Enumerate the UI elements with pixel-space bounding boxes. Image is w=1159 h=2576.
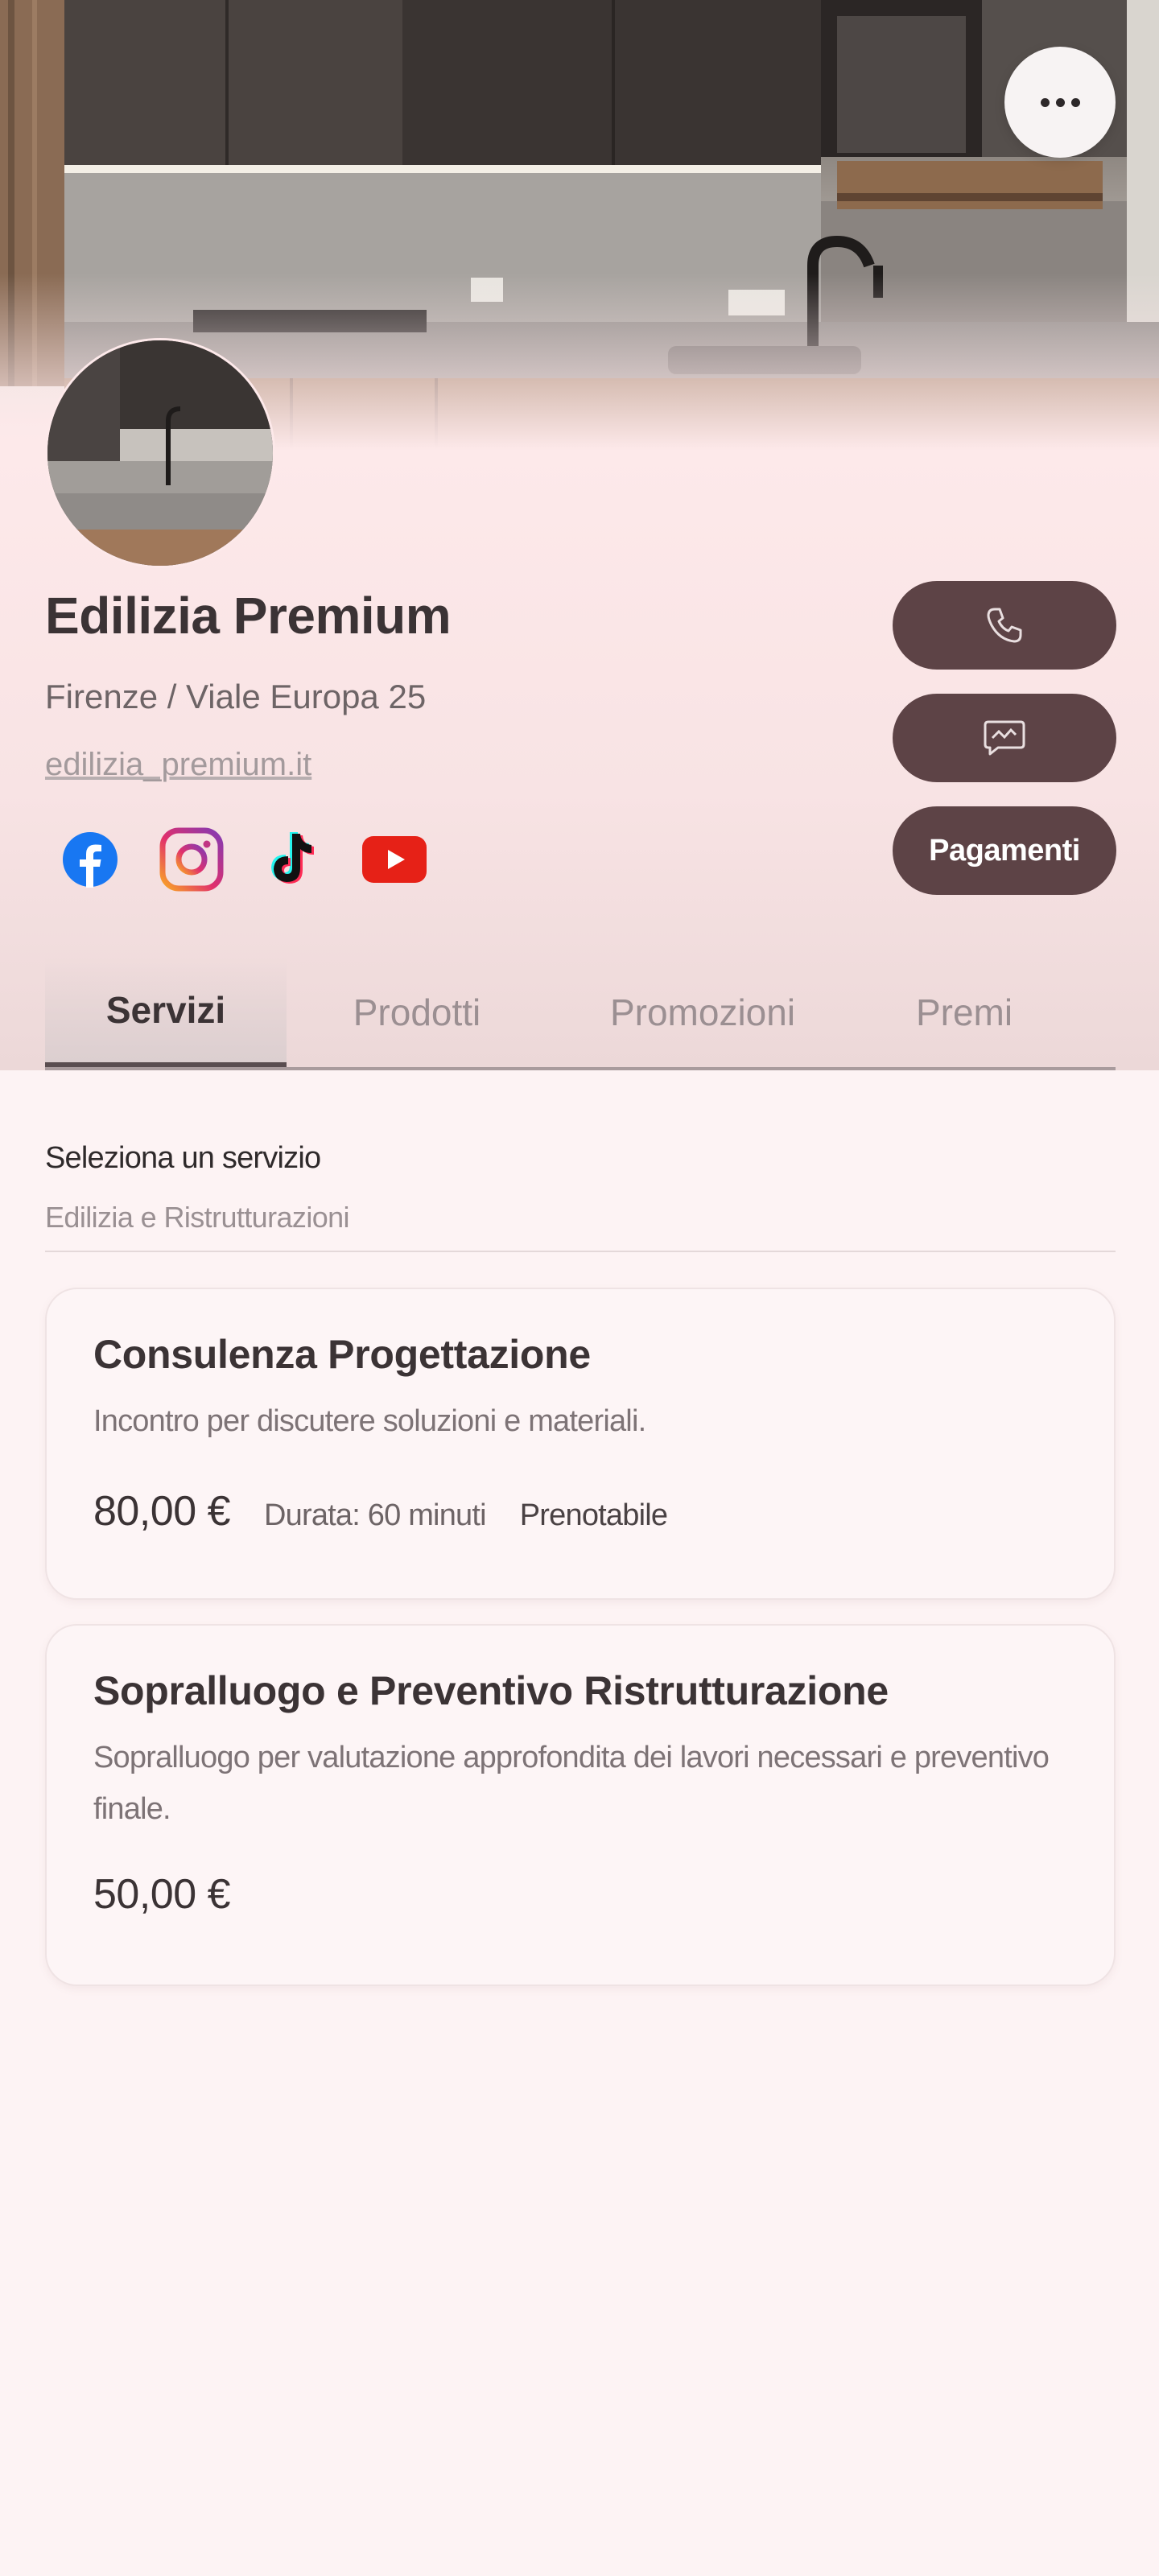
- service-card[interactable]: Sopralluogo e Preventivo Ristrutturazion…: [45, 1624, 1116, 1986]
- tab-premi[interactable]: Premi: [858, 958, 1070, 1067]
- service-price: 50,00 €: [93, 1871, 231, 1918]
- tab-bar: Servizi Prodotti Promozioni Premi: [45, 958, 1116, 1070]
- service-card[interactable]: Consulenza Progettazione Incontro per di…: [45, 1288, 1116, 1600]
- select-service-label: Seleziona un servizio: [45, 1141, 321, 1175]
- service-duration: Durata: 60 minuti: [264, 1498, 487, 1532]
- service-title: Consulenza Progettazione: [93, 1332, 591, 1377]
- facebook-icon[interactable]: [58, 827, 122, 892]
- avatar-kitchen-image: [47, 340, 273, 566]
- tab-promozioni[interactable]: Promozioni: [547, 958, 858, 1067]
- phone-icon: [987, 608, 1022, 643]
- social-links: [58, 827, 427, 892]
- tab-prodotti[interactable]: Prodotti: [287, 958, 547, 1067]
- message-button[interactable]: [893, 694, 1116, 782]
- bookable-badge: Prenotabile: [519, 1498, 668, 1532]
- service-price: 80,00 €: [93, 1488, 231, 1535]
- service-description: Incontro per discutere soluzioni e mater…: [93, 1404, 646, 1438]
- tab-servizi[interactable]: Servizi: [45, 958, 287, 1067]
- service-category-select[interactable]: Edilizia e Ristrutturazioni: [45, 1201, 1116, 1252]
- service-meta: 50,00 €: [93, 1870, 1067, 1919]
- youtube-icon[interactable]: [362, 827, 427, 892]
- tiktok-icon[interactable]: [261, 827, 325, 892]
- service-description: Sopralluogo per valutazione approfondita…: [93, 1741, 1050, 1826]
- website-link[interactable]: edilizia_premium.it: [45, 747, 311, 783]
- instagram-icon[interactable]: [159, 827, 224, 892]
- chat-icon: [984, 720, 1025, 756]
- service-meta: 80,00 € Durata: 60 minuti Prenotabile: [93, 1487, 1067, 1535]
- call-button[interactable]: [893, 581, 1116, 670]
- ellipsis-icon: [1037, 97, 1083, 107]
- payments-button[interactable]: Pagamenti: [893, 806, 1116, 895]
- business-address: Firenze / Viale Europa 25: [45, 678, 427, 715]
- service-title: Sopralluogo e Preventivo Ristrutturazion…: [93, 1668, 889, 1713]
- avatar: [45, 338, 275, 568]
- more-options-button[interactable]: [1004, 47, 1116, 158]
- business-name: Edilizia Premium: [45, 587, 452, 645]
